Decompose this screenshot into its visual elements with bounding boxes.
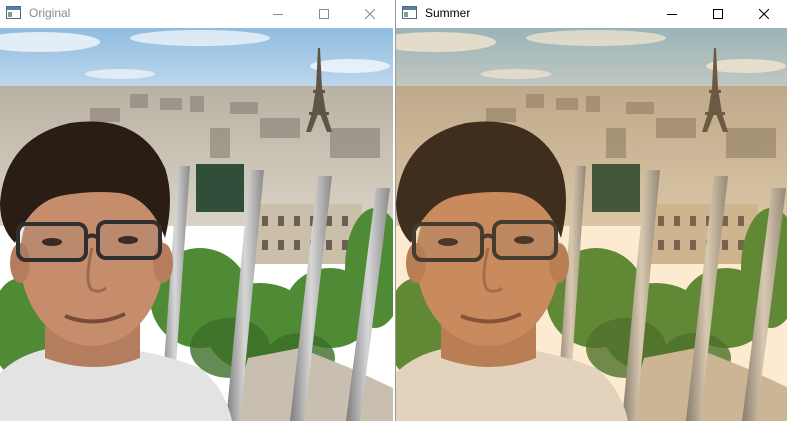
close-button[interactable] bbox=[347, 0, 393, 27]
window-original[interactable]: Original bbox=[0, 0, 393, 421]
cloud bbox=[481, 69, 551, 79]
photo bbox=[396, 28, 787, 421]
cloud bbox=[310, 59, 390, 73]
maximize-button[interactable] bbox=[301, 0, 347, 27]
window-title: Summer bbox=[425, 6, 471, 20]
glass-building bbox=[592, 164, 640, 212]
eye bbox=[514, 236, 534, 244]
maximize-icon bbox=[319, 8, 329, 19]
title-bar[interactable]: Summer bbox=[396, 0, 787, 27]
building bbox=[648, 204, 758, 264]
window-controls bbox=[255, 0, 393, 27]
image-view bbox=[396, 28, 787, 421]
close-button[interactable] bbox=[741, 0, 787, 27]
maximize-icon bbox=[713, 8, 723, 19]
minimize-icon bbox=[667, 13, 677, 15]
eye bbox=[438, 238, 458, 246]
stone-ledge bbox=[230, 348, 393, 421]
app-window-icon bbox=[6, 6, 21, 19]
photo bbox=[0, 28, 393, 421]
cloud bbox=[706, 59, 786, 73]
eye bbox=[118, 236, 138, 244]
cloud bbox=[130, 30, 270, 46]
cloud bbox=[85, 69, 155, 79]
cloud bbox=[526, 30, 666, 46]
title-bar[interactable]: Original bbox=[0, 0, 393, 27]
window-controls bbox=[649, 0, 787, 27]
window-summer[interactable]: Summer bbox=[395, 0, 787, 421]
minimize-button[interactable] bbox=[255, 0, 301, 27]
maximize-button[interactable] bbox=[695, 0, 741, 27]
eye bbox=[42, 238, 62, 246]
app-window-icon bbox=[402, 6, 417, 19]
close-icon bbox=[759, 8, 769, 19]
glass-building bbox=[196, 164, 244, 212]
image-view bbox=[0, 28, 393, 421]
minimize-icon bbox=[273, 13, 283, 15]
close-icon bbox=[365, 8, 375, 19]
minimize-button[interactable] bbox=[649, 0, 695, 27]
building bbox=[252, 204, 362, 264]
window-title: Original bbox=[29, 6, 71, 20]
